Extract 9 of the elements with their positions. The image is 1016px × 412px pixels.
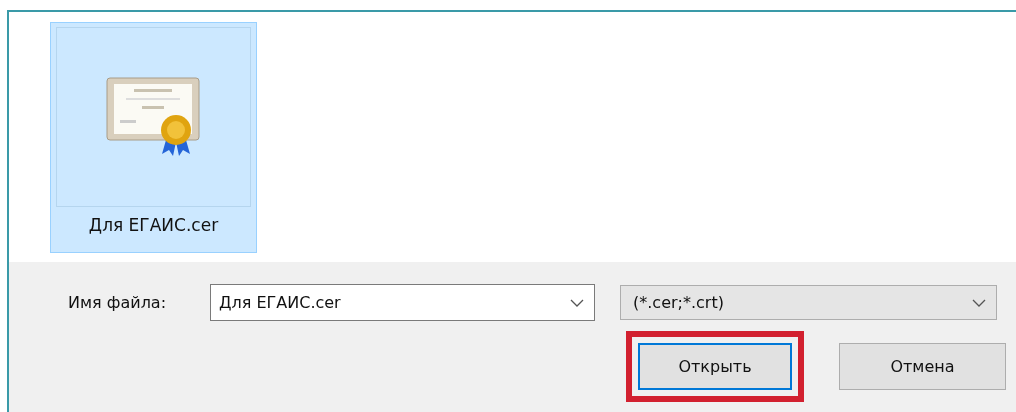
filename-field[interactable]: Для ЕГАИС.cer (210, 284, 595, 321)
dialog-button[interactable]: Открыть (638, 343, 792, 390)
file-item[interactable]: Для ЕГАИС.cer (50, 22, 257, 253)
certificate-icon (105, 76, 202, 158)
filename-label: Имя файла: (68, 293, 168, 312)
chevron-down-icon[interactable] (570, 298, 584, 307)
file-type-dropdown[interactable]: (*.cer;*.crt) (620, 285, 997, 320)
dialog-button[interactable]: Отмена (839, 343, 1006, 390)
chevron-down-icon[interactable] (972, 298, 986, 307)
